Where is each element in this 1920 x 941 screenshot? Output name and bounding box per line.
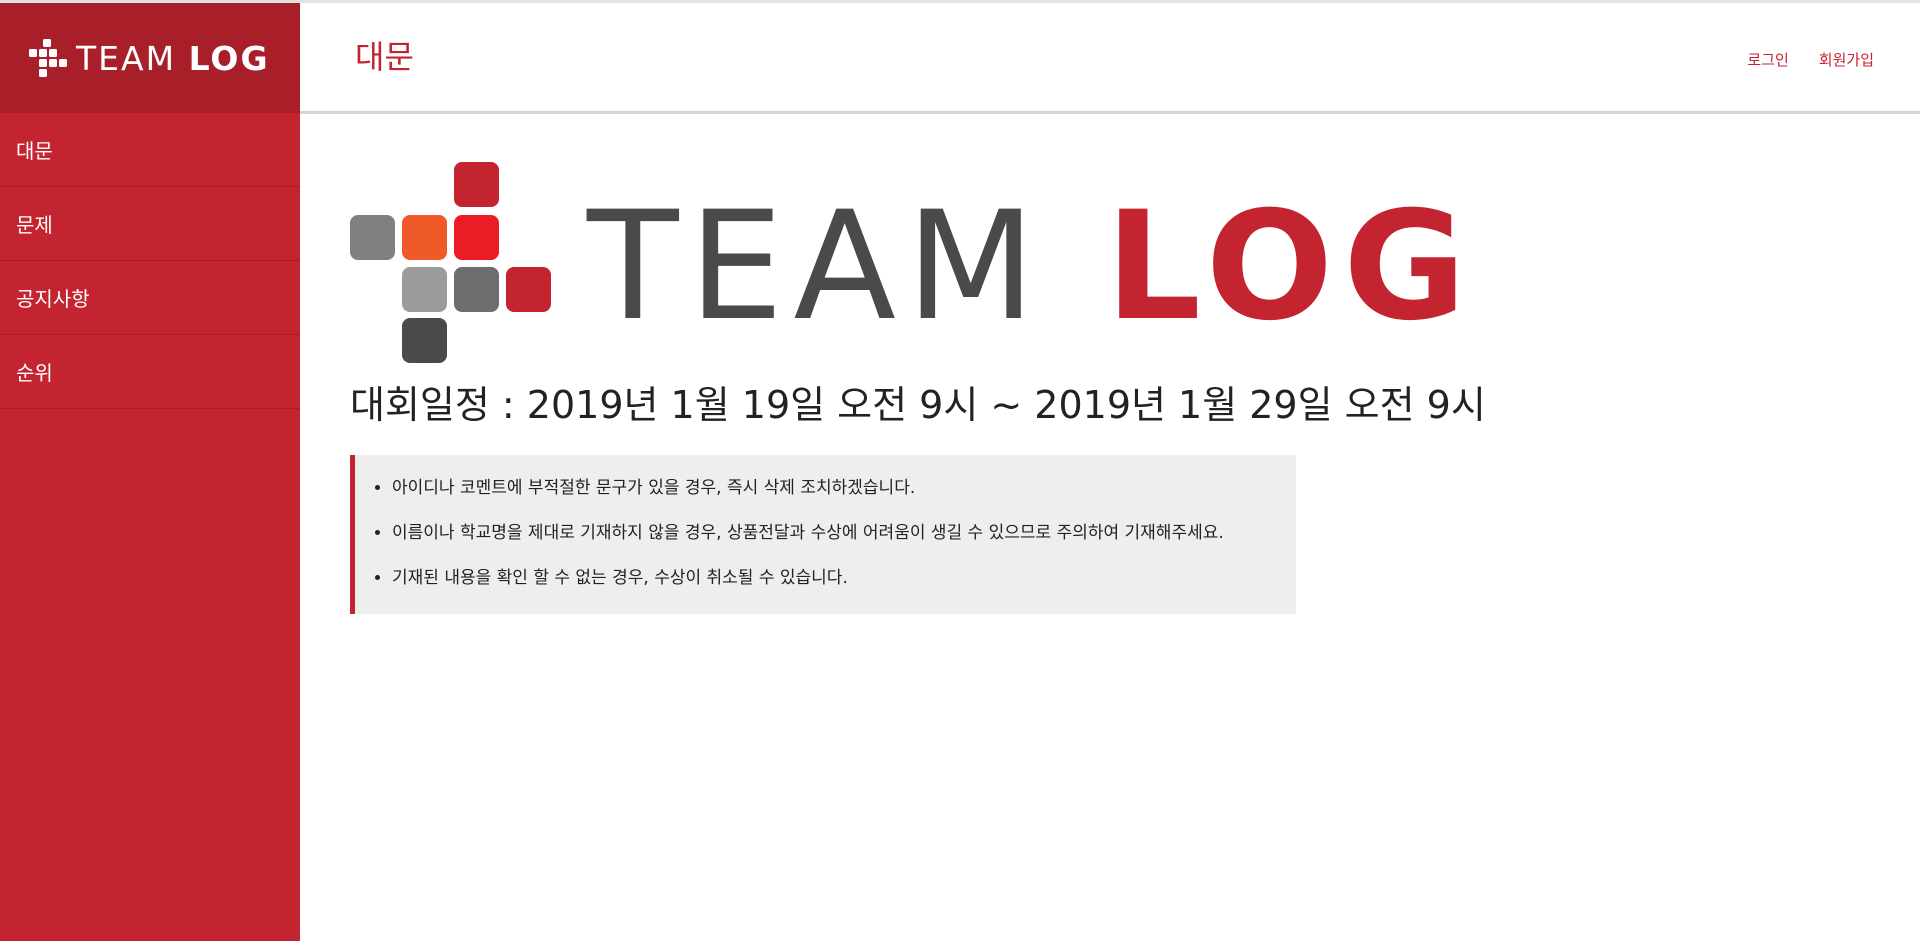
brand-name-team: TEAM xyxy=(76,39,177,78)
team-log-wordmark: TEAM LOG xyxy=(587,192,1476,342)
notice-box: 아이디나 코멘트에 부적절한 문구가 있을 경우, 즉시 삭제 조치하겠습니다.… xyxy=(350,455,1296,614)
team-log-mark-icon xyxy=(350,162,551,363)
page-title: 대문 xyxy=(355,38,414,76)
sidebar-item-ranking[interactable]: 순위 xyxy=(0,335,300,409)
list-item: 아이디나 코멘트에 부적절한 문구가 있을 경우, 즉시 삭제 조치하겠습니다. xyxy=(392,477,1296,499)
contest-schedule: 대회일정 : 2019년 1월 19일 오전 9시 ~ 2019년 1월 29일… xyxy=(350,383,1486,427)
list-item: 이름이나 학교명을 제대로 기재하지 않을 경우, 상품전달과 수상에 어려움이… xyxy=(392,522,1296,544)
brand-logo[interactable]: TEAM LOG xyxy=(0,3,300,113)
team-log-icon xyxy=(29,39,67,77)
team-log-banner: TEAM LOG xyxy=(350,160,1580,365)
brand-name: TEAM LOG xyxy=(76,41,270,77)
sidebar-item-problems[interactable]: 문제 xyxy=(0,187,300,261)
sidebar-item-label: 대문 xyxy=(16,139,53,163)
main-content: TEAM LOG 대회일정 : 2019년 1월 19일 오전 9시 ~ 201… xyxy=(350,160,1870,614)
sidebar-item-label: 순위 xyxy=(16,361,53,385)
sidebar-item-label: 문제 xyxy=(16,213,53,237)
sidebar-item-notices[interactable]: 공지사항 xyxy=(0,261,300,335)
sidebar-item-label: 공지사항 xyxy=(16,287,90,311)
signup-link[interactable]: 회원가입 xyxy=(1819,49,1874,70)
wordmark-team: TEAM xyxy=(587,180,1046,354)
sidebar-item-home[interactable]: 대문 xyxy=(0,113,300,187)
login-link[interactable]: 로그인 xyxy=(1747,49,1788,70)
top-header: 대문 로그인 회원가입 xyxy=(300,3,1920,114)
sidebar: TEAM LOG 대문 문제 공지사항 순위 xyxy=(0,3,300,941)
list-item: 기재된 내용을 확인 할 수 없는 경우, 수상이 취소될 수 있습니다. xyxy=(392,567,1296,589)
brand-name-log: LOG xyxy=(188,39,270,78)
wordmark-log: LOG xyxy=(1105,180,1477,354)
sidebar-nav: 대문 문제 공지사항 순위 xyxy=(0,113,300,409)
header-links: 로그인 회원가입 xyxy=(1747,49,1874,70)
notice-list: 아이디나 코멘트에 부적절한 문구가 있을 경우, 즉시 삭제 조치하겠습니다.… xyxy=(355,477,1296,589)
